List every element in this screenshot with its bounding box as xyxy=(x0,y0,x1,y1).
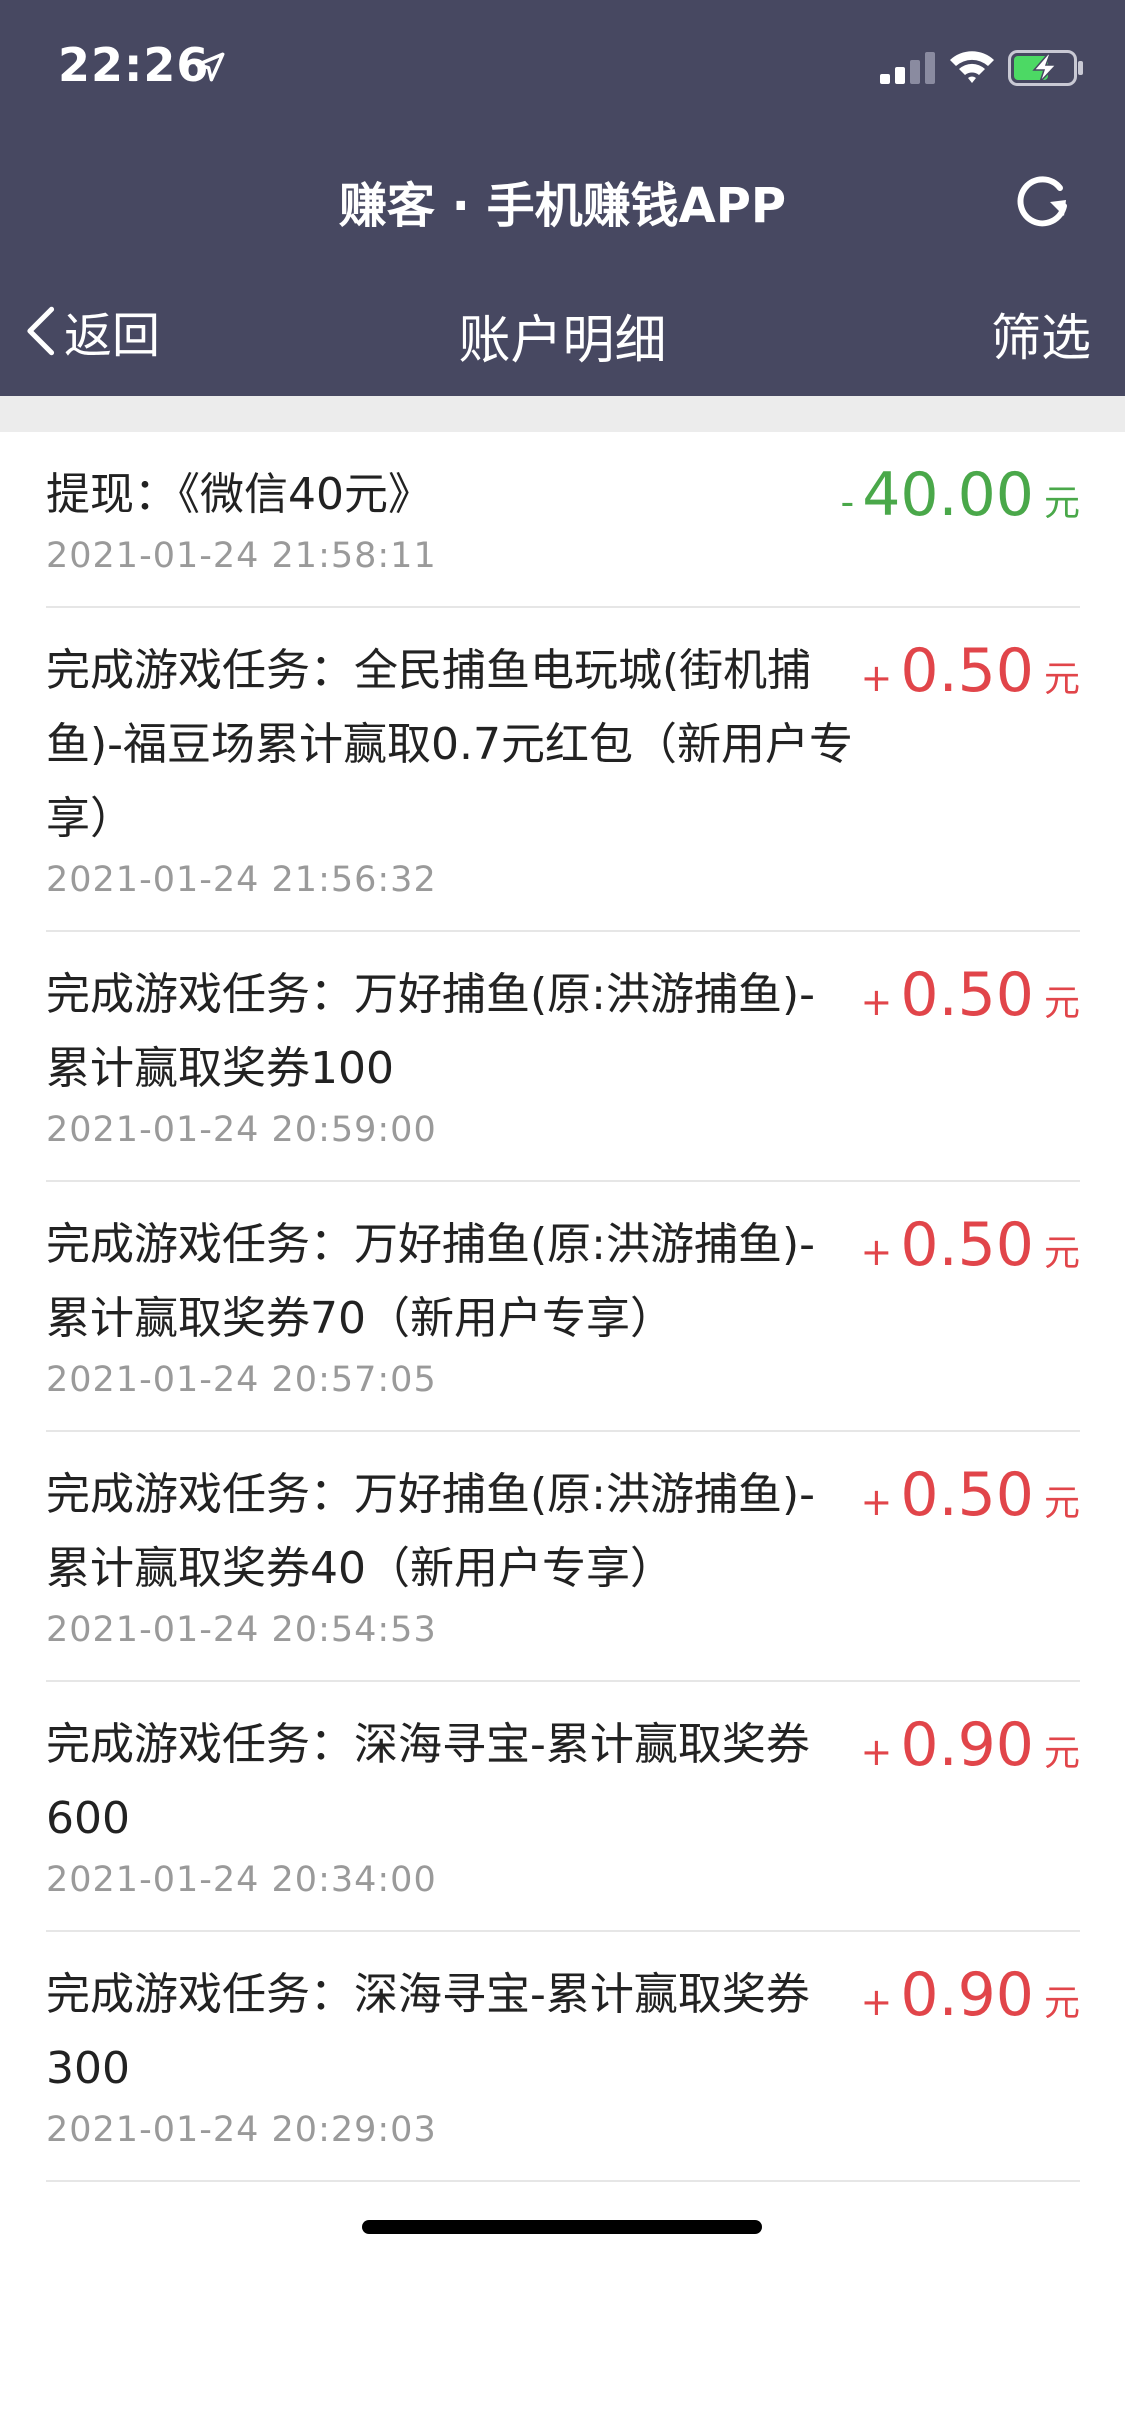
record-item[interactable]: 完成游戏任务：全民捕鱼电玩城(街机捕鱼)-福豆场累计赢取0.7元红包（新用户专享… xyxy=(46,608,1080,932)
filter-button[interactable]: 筛选 xyxy=(991,298,1091,370)
wifi-icon xyxy=(950,51,994,83)
amount-sign: + xyxy=(860,1730,893,1774)
record-description: 完成游戏任务：万好捕鱼(原:洪游捕鱼)-累计赢取奖券100 xyxy=(46,969,816,1094)
amount-unit: 元 xyxy=(1043,1233,1080,1274)
record-description: 完成游戏任务：全民捕鱼电玩城(街机捕鱼)-福豆场累计赢取0.7元红包（新用户专享… xyxy=(46,645,854,844)
page-title: 账户明细 xyxy=(458,311,667,371)
status-time: 22:26 xyxy=(58,38,210,92)
record-item[interactable]: 提现：《微信40元》 2021-01-24 21:58:11 -40.00 元 xyxy=(46,432,1080,608)
record-date: 2021-01-24 20:59:00 xyxy=(46,1110,437,1150)
record-item[interactable]: 完成游戏任务：深海寻宝-累计赢取奖券300 2021-01-24 20:29:03… xyxy=(46,1932,1080,2182)
amount-unit: 元 xyxy=(1043,983,1080,1024)
amount-value: 0.90 xyxy=(900,1710,1034,1780)
record-description: 完成游戏任务：深海寻宝-累计赢取奖券300 xyxy=(46,1969,810,2094)
amount-value: 0.90 xyxy=(900,1960,1034,2030)
account-record-list[interactable]: 提现：《微信40元》 2021-01-24 21:58:11-40.00 元完成游戏… xyxy=(0,432,1125,2332)
section-divider xyxy=(0,396,1125,432)
home-indicator[interactable] xyxy=(362,2220,762,2234)
record-description: 提现：《微信40元》 xyxy=(46,469,432,520)
amount-sign: + xyxy=(860,656,893,700)
amount-sign: + xyxy=(860,1230,893,1274)
refresh-icon[interactable] xyxy=(1010,168,1074,232)
record-date: 2021-01-24 20:57:05 xyxy=(46,1360,437,1400)
amount-sign: + xyxy=(860,1980,893,2024)
record-date: 2021-01-24 21:56:32 xyxy=(46,860,437,900)
header-bar: 22:26 赚客 · 手机赚钱APP 返回 账户明细 筛选 xyxy=(0,0,1125,396)
record-item[interactable]: 完成游戏任务：深海寻宝-累计赢取奖券600 2021-01-24 20:34:00… xyxy=(46,1682,1080,1932)
record-date: 2021-01-24 20:54:53 xyxy=(46,1610,437,1650)
record-amount: -40.00 元 xyxy=(840,458,1080,532)
amount-value: 0.50 xyxy=(900,636,1034,706)
amount-unit: 元 xyxy=(1043,483,1080,524)
record-description: 完成游戏任务：深海寻宝-累计赢取奖券600 xyxy=(46,1719,810,1844)
record-date: 2021-01-24 20:29:03 xyxy=(46,2110,437,2150)
amount-unit: 元 xyxy=(1043,1733,1080,1774)
record-amount: +0.50 元 xyxy=(861,634,1080,708)
record-item[interactable]: 完成游戏任务：万好捕鱼(原:洪游捕鱼)-累计赢取奖券40（新用户专享） 2021-… xyxy=(46,1432,1080,1682)
battery-charging-icon xyxy=(1008,50,1083,86)
amount-unit: 元 xyxy=(1043,1483,1080,1524)
amount-sign: + xyxy=(860,1480,893,1524)
record-date: 2021-01-24 20:34:00 xyxy=(46,1860,437,1900)
record-description: 完成游戏任务：万好捕鱼(原:洪游捕鱼)-累计赢取奖券40（新用户专享） xyxy=(46,1469,816,1594)
record-amount: +0.50 元 xyxy=(861,958,1080,1032)
amount-value: 0.50 xyxy=(900,1460,1034,1530)
cellular-signal-icon xyxy=(880,52,935,84)
location-arrow-icon xyxy=(195,52,225,82)
record-amount: +0.50 元 xyxy=(861,1208,1080,1282)
amount-unit: 元 xyxy=(1043,659,1080,700)
amount-value: 40.00 xyxy=(862,460,1034,530)
record-amount: +0.50 元 xyxy=(861,1458,1080,1532)
record-amount: +0.90 元 xyxy=(861,1708,1080,1782)
record-item[interactable]: 完成游戏任务：万好捕鱼(原:洪游捕鱼)-累计赢取奖券100 2021-01-24 … xyxy=(46,932,1080,1182)
app-title: 赚客 · 手机赚钱APP xyxy=(338,178,787,234)
amount-value: 0.50 xyxy=(900,960,1034,1030)
amount-sign: - xyxy=(840,480,855,524)
amount-sign: + xyxy=(860,980,893,1024)
amount-value: 0.50 xyxy=(900,1210,1034,1280)
amount-unit: 元 xyxy=(1043,1983,1080,2024)
record-item[interactable]: 完成游戏任务：万好捕鱼(原:洪游捕鱼)-累计赢取奖券70（新用户专享） 2021-… xyxy=(46,1182,1080,1432)
record-amount: +0.90 元 xyxy=(861,1958,1080,2032)
record-date: 2021-01-24 21:58:11 xyxy=(46,536,437,576)
record-description: 完成游戏任务：万好捕鱼(原:洪游捕鱼)-累计赢取奖券70（新用户专享） xyxy=(46,1219,816,1344)
